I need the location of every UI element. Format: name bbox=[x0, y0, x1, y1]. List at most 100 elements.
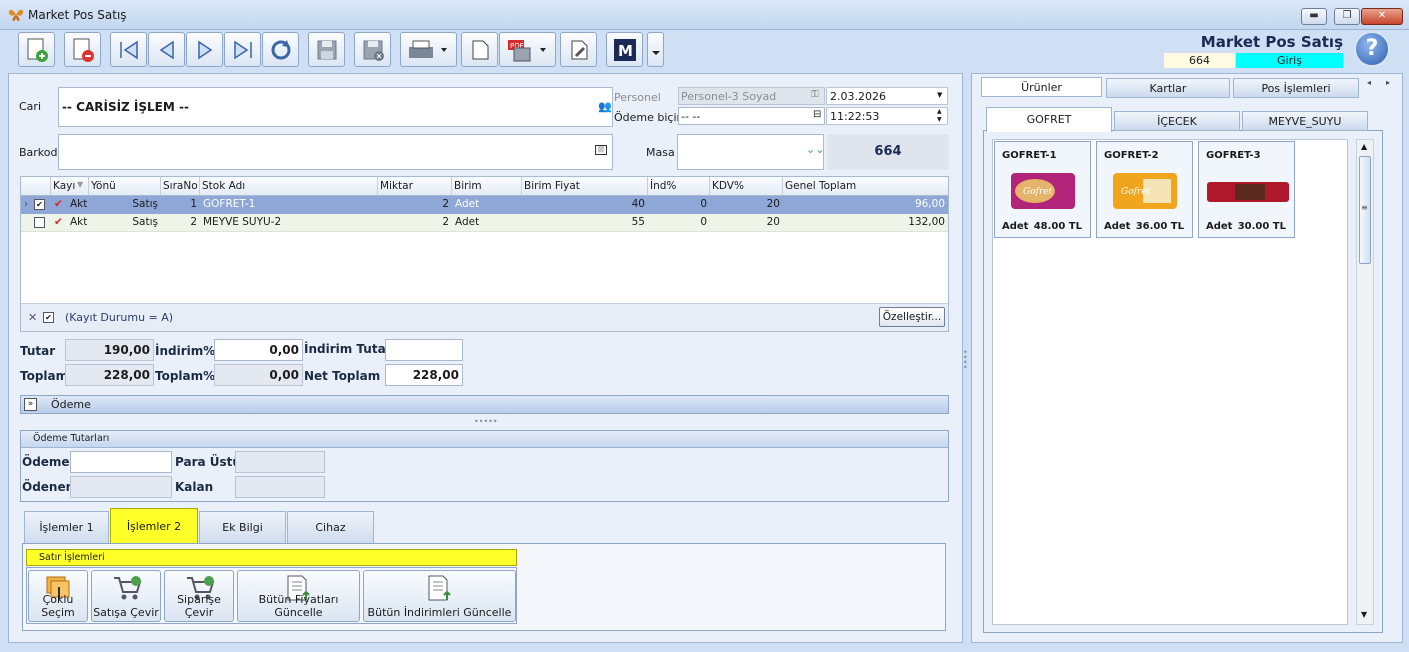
col-stok-adi[interactable]: Stok Adı bbox=[200, 177, 378, 195]
col-yonu[interactable]: Yönü bbox=[89, 177, 161, 195]
barkod-input[interactable]: ||| bbox=[58, 134, 613, 170]
odeme-bicimi-field[interactable]: -- -- ⊟ bbox=[678, 107, 825, 125]
spin-icon[interactable]: ▲ ▼ bbox=[937, 108, 942, 124]
butun-fiyatlari-guncelle-button[interactable]: Bütün Fiyatları Güncelle bbox=[237, 570, 360, 622]
row-checkbox[interactable] bbox=[34, 217, 45, 228]
last-record-button[interactable] bbox=[224, 32, 261, 67]
cari-value: -- CARİSİZ İŞLEM -- bbox=[62, 100, 189, 114]
help-icon[interactable]: ? bbox=[1354, 31, 1390, 67]
odeme-tutarlari-title: Ödeme Tutarları bbox=[33, 433, 110, 444]
barcode-icon[interactable]: ||| bbox=[595, 145, 607, 155]
tab-ek-bilgi[interactable]: Ek Bilgi bbox=[199, 511, 286, 544]
svg-text:Gofret: Gofret bbox=[1023, 187, 1053, 197]
para-ustu-value bbox=[235, 451, 325, 473]
filter-text[interactable]: (Kayıt Durumu = A) bbox=[65, 311, 173, 324]
pdf-export-button[interactable]: PDF bbox=[499, 32, 556, 67]
delete-record-button[interactable] bbox=[64, 32, 101, 67]
previous-record-button[interactable] bbox=[148, 32, 185, 67]
satir-islemleri-header: Satır İşlemleri bbox=[26, 549, 517, 566]
svg-text:M: M bbox=[618, 42, 633, 60]
cari-label: Cari bbox=[19, 100, 41, 113]
print-button[interactable] bbox=[400, 32, 457, 67]
tab-meyve-suyu[interactable]: MEYVE_SUYU bbox=[1242, 111, 1368, 131]
butun-indirimleri-guncelle-button[interactable]: Bütün İndirimleri Güncelle bbox=[363, 570, 516, 622]
expand-icon[interactable]: » bbox=[24, 398, 37, 411]
tab-pos-islemleri[interactable]: Pos İşlemleri bbox=[1233, 78, 1359, 98]
col-kayit[interactable]: Kayı bbox=[51, 177, 89, 195]
tab-kartlar[interactable]: Kartlar bbox=[1106, 78, 1230, 98]
filter-icon[interactable]: ▼ bbox=[77, 180, 83, 189]
toplam-label: Toplam bbox=[20, 369, 69, 383]
tab-icecek[interactable]: İÇECEK bbox=[1114, 111, 1240, 131]
product-card[interactable]: GOFRET-1 Gofret Adet 48.00 TL bbox=[994, 141, 1091, 238]
satisa-cevir-button[interactable]: Satışa Çevir bbox=[91, 570, 161, 622]
header-code: 664 bbox=[1164, 53, 1235, 68]
tab-islemler-1[interactable]: İşlemler 1 bbox=[24, 511, 109, 544]
vertical-scrollbar[interactable]: ▲ ≡ ▼ bbox=[1356, 139, 1374, 625]
odeme-input[interactable] bbox=[70, 451, 172, 473]
col-genel-toplam[interactable]: Genel Toplam bbox=[783, 177, 948, 195]
document-button[interactable] bbox=[461, 32, 498, 67]
indirim-pct-input[interactable]: 0,00 bbox=[214, 339, 303, 361]
odenen-label: Ödenen bbox=[22, 480, 75, 494]
col-ind[interactable]: İnd% bbox=[648, 177, 710, 195]
tab-islemler-2[interactable]: İşlemler 2 bbox=[110, 508, 198, 544]
col-miktar[interactable]: Miktar bbox=[378, 177, 452, 195]
tutar-label: Tutar bbox=[20, 344, 56, 358]
odeme-section-bar[interactable]: » Ödeme bbox=[20, 395, 949, 414]
tab-urunler[interactable]: Ürünler bbox=[981, 77, 1102, 97]
filter-checkbox[interactable]: ✔ bbox=[43, 312, 54, 323]
siparise-cevir-button[interactable]: Siparişe Çevir bbox=[164, 570, 234, 622]
new-record-button[interactable] bbox=[18, 32, 55, 67]
next-record-button[interactable] bbox=[186, 32, 223, 67]
m-logo-button[interactable]: M bbox=[606, 32, 643, 67]
save-button[interactable] bbox=[308, 32, 345, 67]
close-button[interactable]: ✕ bbox=[1361, 8, 1403, 25]
first-record-button[interactable] bbox=[110, 32, 147, 67]
window-title: Market Pos Satış bbox=[28, 8, 127, 22]
barkod-label: Barkod bbox=[19, 146, 58, 159]
chevron-down-icon[interactable] bbox=[647, 32, 664, 67]
vertical-splitter-handle[interactable]: • • • • bbox=[963, 349, 968, 372]
product-card[interactable]: GOFRET-2 Gofret Adet 36.00 TL bbox=[1096, 141, 1193, 238]
maximize-button[interactable]: ❐ bbox=[1334, 8, 1360, 25]
scroll-up-icon[interactable]: ▲ bbox=[1361, 142, 1367, 151]
tab-scroll-left-icon[interactable]: ◂ bbox=[1367, 78, 1371, 87]
save-close-button[interactable] bbox=[354, 32, 391, 67]
tab-gofret[interactable]: GOFRET bbox=[986, 107, 1112, 132]
scroll-down-icon[interactable]: ▼ bbox=[1361, 610, 1367, 619]
odeme-label: Ödeme bbox=[22, 455, 70, 469]
coklu-secim-button[interactable]: Çoklu Seçim bbox=[28, 570, 88, 622]
items-grid: Kayı Yönü SıraNo Stok Adı Miktar Birim B… bbox=[20, 176, 949, 332]
net-toplam-label: Net Toplam bbox=[304, 369, 381, 383]
chevron-down-icon[interactable]: ▼ bbox=[937, 91, 942, 99]
row-checkbox[interactable]: ✔ bbox=[34, 199, 45, 210]
indirim-tutar-input[interactable] bbox=[385, 339, 463, 361]
date-field[interactable]: 2.03.2026 ▼ bbox=[826, 87, 948, 105]
table-row[interactable]: ✔ Akt Satış 2 MEYVE SUYU-2 2 Adet 55 0 2… bbox=[21, 214, 948, 232]
personel-field[interactable]: Personel-3 Soyad ⚿ bbox=[678, 87, 825, 105]
list-icon[interactable]: ⊟ bbox=[813, 109, 821, 120]
refresh-button[interactable] bbox=[262, 32, 299, 67]
settings-document-button[interactable] bbox=[560, 32, 597, 67]
scrollbar-thumb[interactable]: ≡ bbox=[1359, 156, 1371, 264]
cari-field[interactable]: -- CARİSİZ İŞLEM -- 👥 bbox=[58, 87, 613, 127]
double-chevron-icon[interactable]: ⌄⌄ bbox=[806, 143, 824, 156]
table-row[interactable]: › ✔ ✔ Akt Satış 1 GOFRET-1 2 Adet 40 0 2… bbox=[21, 196, 948, 214]
minimize-button[interactable]: ▬ bbox=[1301, 8, 1327, 25]
clear-filter-icon[interactable]: ✕ bbox=[28, 311, 37, 324]
toplam-value: 228,00 bbox=[65, 364, 154, 386]
time-field[interactable]: 11:22:53 ▲ ▼ bbox=[826, 107, 948, 125]
tab-scroll-right-icon[interactable]: ▸ bbox=[1386, 78, 1390, 87]
people-icon[interactable]: 👥 bbox=[598, 100, 612, 113]
product-card[interactable]: GOFRET-3 Adet 30.00 TL bbox=[1198, 141, 1295, 238]
splitter-handle[interactable]: ••••• bbox=[474, 417, 498, 426]
masa-field[interactable]: ⌄⌄ bbox=[677, 134, 824, 170]
customize-button[interactable]: Özelleştir... bbox=[879, 307, 945, 327]
tab-cihaz[interactable]: Cihaz bbox=[287, 511, 374, 544]
col-sirano[interactable]: SıraNo bbox=[161, 177, 200, 195]
col-birim-fiyat[interactable]: Birim Fiyat bbox=[522, 177, 648, 195]
col-birim[interactable]: Birim bbox=[452, 177, 522, 195]
col-kdv[interactable]: KDV% bbox=[710, 177, 783, 195]
check-icon: ✔ bbox=[54, 198, 63, 210]
